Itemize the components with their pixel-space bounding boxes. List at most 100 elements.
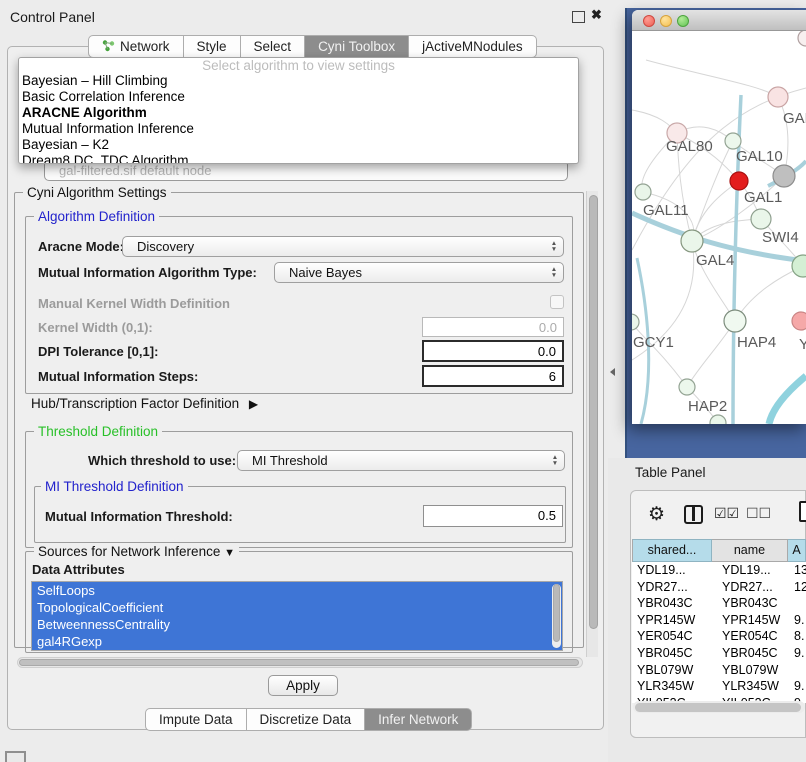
table-row[interactable]: YDL19...YDL19...13 [632,562,806,579]
deselect-all-columns-icon[interactable]: ☐☐ [746,505,771,522]
table-cell [788,662,806,679]
float-window-icon[interactable] [572,11,585,23]
mi-threshold-field[interactable]: 0.5 [423,505,563,527]
mi-type-combobox[interactable]: Naive Bayes ▲▼ [274,262,564,283]
table-cell: YPR145W [712,612,788,629]
network-node[interactable] [751,209,771,229]
dpi-tolerance-label: DPI Tolerance [0,1]: [38,344,158,359]
network-window[interactable]: GAL80GAL10GAL11GAL1SWI4GAL4GCY1HAP4HAP2G… [632,10,806,424]
hub-expander[interactable]: Hub/Transcription Factor Definition ▶ [31,396,258,411]
zoom-window-icon[interactable] [677,15,689,27]
network-node[interactable] [632,314,639,330]
column-header-shared[interactable]: shared... [632,539,712,562]
settings-horizontal-scrollbar[interactable] [17,657,583,668]
table-cell: 9. [788,645,806,662]
node-table: shared... name A YDL19...YDL19...13YDR27… [632,539,806,703]
minimize-window-icon[interactable] [660,15,672,27]
table-row[interactable]: YPR145WYPR145W9. [632,612,806,629]
network-node[interactable] [768,87,788,107]
tab-label: Network [120,39,170,54]
table-row[interactable]: YER054CYER054C8. [632,628,806,645]
table-cell: YDR27... [712,579,788,596]
tab-select[interactable]: Select [241,35,306,58]
tab-cyni-toolbox[interactable]: Cyni Toolbox [305,35,409,58]
control-panel-header: Control Panel [0,0,608,26]
table-cell: YLR345W [632,678,712,695]
select-all-columns-icon[interactable]: ☑☑ [714,505,739,522]
settings-vertical-scrollbar[interactable] [586,191,598,657]
table-horizontal-scrollbar[interactable] [633,701,805,713]
columns-icon[interactable] [684,505,703,524]
mi-steps-field[interactable]: 6 [422,365,564,387]
algorithm-option[interactable]: Bayesian – K2 [19,137,578,153]
tab-infer-network[interactable]: Infer Network [365,708,472,731]
data-attribute-option[interactable]: SelfLoops [32,582,562,599]
hub-expander-label: Hub/Transcription Factor Definition [31,396,239,411]
network-node[interactable] [724,310,746,332]
network-node[interactable] [730,172,748,190]
tab-network[interactable]: Network [88,35,184,58]
control-panel-title: Control Panel [10,9,95,25]
attributes-scrollbar[interactable] [552,584,561,648]
network-node[interactable] [725,133,741,149]
manual-kernel-checkbox[interactable] [550,295,564,309]
tab-style[interactable]: Style [184,35,241,58]
network-canvas[interactable]: GAL80GAL10GAL11GAL1SWI4GAL4GCY1HAP4HAP2G… [632,31,806,424]
algorithm-option[interactable]: Mutual Information Inference [19,121,578,137]
algorithm-option[interactable]: Dream8 DC_TDC Algorithm [19,153,578,164]
table-row[interactable]: YDR27...YDR27...12 [632,579,806,596]
combo-arrows-icon: ▲▼ [547,267,563,278]
data-attribute-option[interactable]: gal4RGexp [32,633,562,650]
table-cell: YBL079W [712,662,788,679]
algorithm-option[interactable]: Bayesian – Hill Climbing [19,73,578,89]
export-table-icon[interactable] [799,501,806,522]
data-attribute-option[interactable]: BetweennessCentrality [32,616,562,633]
network-node[interactable] [635,184,651,200]
table-row[interactable]: YBR043CYBR043C [632,595,806,612]
data-attribute-option[interactable]: TopologicalCoefficient [32,599,562,616]
network-node[interactable] [679,379,695,395]
network-node-label: Y [799,336,806,353]
table-cell [788,595,806,612]
network-window-titlebar[interactable] [632,10,806,31]
kernel-width-field[interactable]: 0.0 [422,317,564,337]
algorithm-option[interactable]: ARACNE Algorithm [19,105,578,121]
algorithm-hint: Select algorithm to view settings [19,58,578,73]
algorithm-option[interactable]: Basic Correlation Inference [19,89,578,105]
tab-label: Infer Network [378,712,458,727]
gear-icon[interactable]: ⚙ [648,503,665,526]
tab-impute-data[interactable]: Impute Data [145,708,247,731]
table-cell: 9. [788,612,806,629]
panel-divider-grip[interactable] [610,368,615,376]
network-node[interactable] [681,230,703,252]
algorithm-dropdown-popup: Select algorithm to view settings Bayesi… [18,57,579,164]
tab-label: Select [254,39,292,54]
sources-expander[interactable]: Sources for Network Inference ▼ [34,544,239,559]
network-node[interactable] [792,312,806,330]
which-threshold-combobox[interactable]: MI Threshold ▲▼ [237,450,565,471]
close-panel-icon[interactable]: ✖ [591,7,602,23]
network-node[interactable] [798,31,806,46]
table-row[interactable]: YBR045CYBR045C9. [632,645,806,662]
minimized-panel-icon[interactable] [5,751,26,762]
column-header-name[interactable]: name [712,539,788,562]
tab-label: Discretize Data [260,712,352,727]
threshold-definition-group: Threshold Definition Which threshold to … [25,431,573,548]
table-cell: YBR043C [712,595,788,612]
tab-discretize-data[interactable]: Discretize Data [247,708,366,731]
apply-button[interactable]: Apply [268,675,338,696]
close-window-icon[interactable] [643,15,655,27]
tab-jactivemnodules[interactable]: jActiveMNodules [409,35,537,58]
dpi-tolerance-field[interactable]: 0.0 [422,340,564,362]
table-cell: YDL19... [712,562,788,579]
network-node[interactable] [773,165,795,187]
table-row[interactable]: YLR345WYLR345W9. [632,678,806,695]
cyni-settings-title: Cyni Algorithm Settings [23,185,171,200]
column-header-partial[interactable]: A [788,539,806,562]
mi-threshold-group-title: MI Threshold Definition [41,479,188,494]
table-panel-title: Table Panel [635,465,706,480]
cyni-settings-area: Cyni Algorithm Settings Algorithm Defini… [14,190,584,658]
table-row[interactable]: YBL079WYBL079W [632,662,806,679]
aracne-mode-combobox[interactable]: Discovery ▲▼ [122,236,564,257]
data-attributes-list[interactable]: SelfLoopsTopologicalCoefficientBetweenne… [31,581,563,651]
